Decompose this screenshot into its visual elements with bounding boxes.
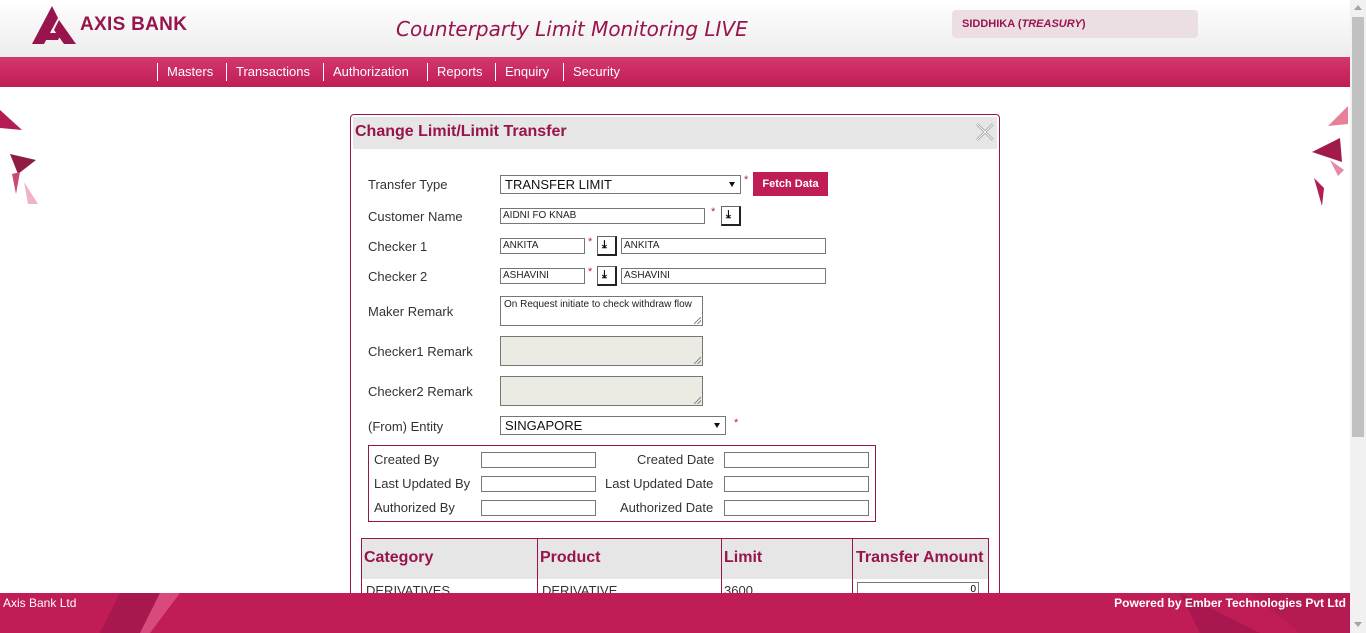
maker-remark-textarea[interactable]: On Request initiate to check withdraw fl… [500, 296, 703, 326]
axis-bank-logo: AXIS BANK [32, 6, 192, 46]
required-asterisk: * [588, 266, 593, 278]
created-by-label: Created By [374, 452, 440, 467]
transfer-type-label: Transfer Type [368, 177, 448, 192]
authorized-date-field[interactable] [724, 500, 869, 516]
download-icon: ⤓ [602, 239, 607, 251]
header-transfer-amount: Transfer Amount [856, 549, 984, 566]
checker1-remark-textarea [500, 336, 703, 366]
download-icon: ⤓ [602, 269, 607, 281]
checker2-code-field[interactable]: ASHAVINI [500, 268, 585, 284]
created-date-field[interactable] [724, 452, 869, 468]
checker1-lookup-button[interactable]: ⤓ [597, 236, 617, 256]
nav-transactions[interactable]: Transactions [226, 63, 310, 81]
download-icon: ⤓ [726, 209, 731, 221]
checker2-remark-label: Checker2 Remark [368, 384, 473, 399]
close-icon[interactable] [975, 122, 995, 142]
dialog-title: Change Limit/Limit Transfer [355, 123, 567, 140]
transfer-type-select[interactable]: TRANSFER LIMIT [500, 175, 741, 194]
maker-remark-text: On Request initiate to check withdraw fl… [504, 299, 692, 310]
required-asterisk: * [744, 174, 749, 186]
created-by-field[interactable] [481, 452, 596, 468]
scroll-up-icon[interactable] [1354, 5, 1362, 10]
audit-info-box: Created By Created Date Last Updated By … [368, 445, 876, 522]
header-product: Product [540, 549, 601, 566]
resize-handle-icon [694, 357, 701, 364]
vertical-scrollbar[interactable] [1350, 0, 1366, 633]
checker2-lookup-button[interactable]: ⤓ [597, 266, 617, 286]
user-badge: SIDDHIKA (TREASURY) [952, 10, 1198, 38]
fetch-data-button[interactable]: Fetch Data [753, 172, 828, 196]
user-name: SIDDHIKA [962, 18, 1015, 30]
header-limit: Limit [724, 549, 763, 566]
created-date-label: Created Date [637, 452, 715, 467]
nav-enquiry[interactable]: Enquiry [495, 63, 549, 81]
transfer-type-value: TRANSFER LIMIT [505, 177, 612, 192]
customer-lookup-button[interactable]: ⤓ [721, 206, 741, 226]
right-decoration [1312, 106, 1348, 206]
footer-company: Axis Bank Ltd [3, 596, 77, 610]
app-header: AXIS BANK Counterparty Limit Monitoring … [0, 0, 1350, 57]
main-nav: Masters Transactions Authorization Repor… [0, 57, 1350, 87]
dialog-titlebar: Change Limit/Limit Transfer [353, 117, 997, 149]
last-updated-by-field[interactable] [481, 476, 596, 492]
chevron-down-icon [729, 182, 735, 187]
scroll-thumb[interactable] [1352, 17, 1364, 437]
checker1-code-field[interactable]: ANKITA [500, 238, 585, 254]
checker2-name-field[interactable]: ASHAVINI [621, 268, 826, 284]
entity-select[interactable]: SINGAPORE [500, 416, 726, 435]
resize-handle-icon[interactable] [694, 317, 701, 324]
maker-remark-label: Maker Remark [368, 304, 454, 319]
resize-handle-icon [694, 397, 701, 404]
last-updated-date-field[interactable] [724, 476, 869, 492]
scroll-down-icon[interactable] [1354, 622, 1362, 627]
required-asterisk: * [711, 206, 716, 218]
footer-powered-by: Powered by Ember Technologies Pvt Ltd [1114, 596, 1346, 610]
nav-masters[interactable]: Masters [157, 63, 213, 81]
customer-name-field[interactable]: AIDNI FO KNAB [500, 208, 705, 224]
required-asterisk: * [588, 236, 593, 248]
brand-name: AXIS BANK [80, 14, 188, 35]
checker1-name-field[interactable]: ANKITA [621, 238, 826, 254]
checker2-remark-textarea [500, 376, 703, 406]
last-updated-date-label: Last Updated Date [605, 476, 714, 491]
checker1-remark-label: Checker1 Remark [368, 344, 473, 359]
authorized-by-field[interactable] [481, 500, 596, 516]
chevron-down-icon [714, 423, 720, 428]
checker1-label: Checker 1 [368, 239, 428, 254]
app-title: Counterparty Limit Monitoring LIVE [396, 17, 748, 41]
authorized-date-label: Authorized Date [620, 500, 714, 515]
header-category: Category [364, 549, 434, 566]
customer-name-label: Customer Name [368, 209, 463, 224]
required-asterisk: * [734, 417, 739, 429]
left-decoration [0, 110, 38, 204]
nav-reports[interactable]: Reports [427, 63, 483, 81]
entity-value: SINGAPORE [505, 418, 583, 433]
authorized-by-label: Authorized By [374, 500, 455, 515]
change-limit-dialog: Change Limit/Limit Transfer Transfer Typ… [350, 114, 1000, 614]
nav-security[interactable]: Security [563, 63, 620, 81]
nav-authorization[interactable]: Authorization [323, 63, 409, 81]
app-footer: Axis Bank Ltd Powered by Ember Technolog… [0, 593, 1350, 633]
last-updated-by-label: Last Updated By [374, 476, 471, 491]
entity-label: (From) Entity [368, 419, 444, 434]
user-role: TREASURY [1021, 18, 1082, 30]
checker2-label: Checker 2 [368, 269, 428, 284]
